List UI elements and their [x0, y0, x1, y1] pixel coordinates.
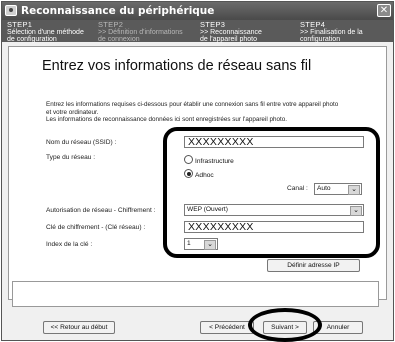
- step-label: configuration: [300, 36, 341, 44]
- back-to-start-button[interactable]: << Retour au début: [43, 321, 115, 334]
- step-label: >> Reconnaissance: [200, 28, 262, 36]
- form-highlight-outline: [163, 127, 380, 258]
- close-icon[interactable]: ✕: [377, 4, 391, 17]
- step-3: STEP3 >> Reconnaissance de l'appareil ph…: [200, 21, 262, 44]
- step-number: STEP1: [7, 20, 33, 29]
- step-label: Sélection d'une méthode: [7, 28, 84, 36]
- step-label: >> Finalisation de la: [300, 28, 363, 36]
- next-button-highlight-circle: [248, 308, 322, 342]
- step-label: de configuration: [7, 36, 57, 44]
- step-label: de l'appareil photo: [200, 36, 257, 44]
- intro-text: Entrez les informations requises ci-dess…: [46, 101, 338, 124]
- previous-button[interactable]: < Précédent: [200, 321, 254, 334]
- step-label: de connexion: [98, 36, 140, 44]
- intro-line: Entrez les informations requises ci-dess…: [46, 101, 339, 108]
- steps-bar: STEP1 Sélection d'une méthode de configu…: [2, 20, 393, 44]
- intro-line: Les informations de reconnaissance donné…: [46, 116, 287, 124]
- key-index-label: Index de la clé :: [46, 241, 93, 248]
- step-1: STEP1 Sélection d'une méthode de configu…: [7, 21, 84, 44]
- window-title: Reconnaissance du périphérique: [21, 5, 215, 17]
- camera-app-icon: [5, 5, 17, 16]
- step-label: >> Définition d'informations: [98, 28, 183, 36]
- status-message-box: [12, 281, 379, 307]
- step-2: STEP2 >> Définition d'informations de co…: [98, 21, 183, 44]
- step-4: STEP4 >> Finalisation de la configuratio…: [300, 21, 363, 44]
- step-number: STEP2: [98, 20, 124, 29]
- step-number: STEP4: [300, 20, 326, 29]
- set-ip-address-button[interactable]: Définir adresse IP: [267, 259, 360, 272]
- ssid-label: Nom du réseau (SSID) :: [46, 139, 117, 146]
- key-label: Clé de chiffrement - (Clé réseau) :: [46, 224, 146, 231]
- step-number: STEP3: [200, 20, 226, 29]
- title-bar[interactable]: Reconnaissance du périphérique ✕: [2, 2, 393, 20]
- intro-line: et votre ordinateur.: [46, 108, 99, 116]
- auth-label: Autorisation de réseau - Chiffrement :: [46, 207, 156, 214]
- page-title: Entrez vos informations de réseau sans f…: [42, 58, 312, 74]
- network-type-label: Type du réseau :: [46, 154, 96, 161]
